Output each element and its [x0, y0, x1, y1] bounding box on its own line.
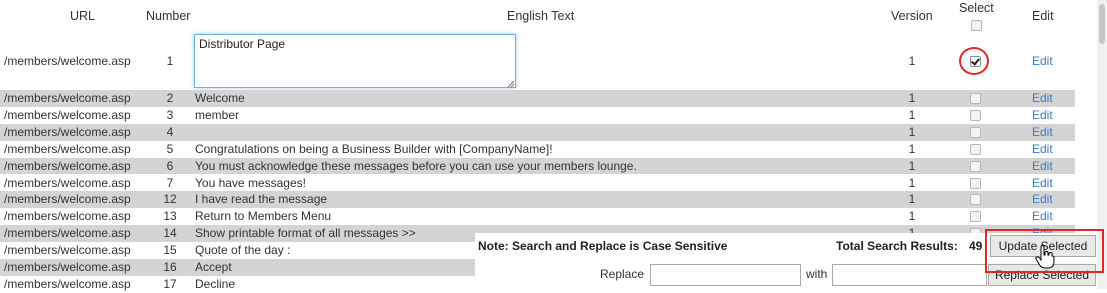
edit-link[interactable]: Edit [1032, 191, 1053, 208]
row-number: 1 [166, 54, 174, 68]
row-url: /members/welcome.asp [4, 124, 131, 139]
row-url: /members/welcome.asp [4, 91, 131, 105]
total-results-label: Total Search Results: [836, 239, 958, 253]
header-version: Version [891, 9, 933, 23]
row-number: 17 [163, 276, 177, 291]
row-number: 2 [166, 91, 174, 105]
row-number: 6 [166, 158, 174, 173]
row-url: /members/welcome.asp [4, 54, 131, 68]
row-select-checkbox[interactable] [970, 143, 981, 155]
row-english-text: Welcome [195, 91, 245, 105]
row-url: /members/welcome.asp [4, 141, 131, 156]
row-number: 5 [166, 141, 174, 156]
row-version: 1 [908, 91, 916, 105]
row-number: 15 [163, 243, 177, 258]
row-select-checkbox[interactable] [970, 109, 981, 121]
row-english-text: member [195, 107, 240, 122]
row-english-text: Show printable format of all messages >> [195, 226, 416, 241]
table-row: /members/welcome.asp 4 1 Edit [0, 123, 1075, 141]
row-url: /members/welcome.asp [4, 243, 131, 258]
header-number: Number [146, 9, 191, 23]
table-row-editing: /members/welcome.asp 1 Distributor Page … [0, 32, 1075, 90]
row-version: 1 [908, 175, 916, 190]
row-number: 12 [163, 192, 177, 207]
row-english-text: I have read the message [195, 192, 328, 207]
table-row: /members/welcome.asp 2 Welcome 1 Edit [0, 90, 1075, 107]
with-input[interactable] [832, 264, 987, 286]
row-english-text: Accept [195, 260, 232, 274]
row-version: 1 [908, 107, 916, 122]
header-edit: Edit [1032, 9, 1054, 23]
row-english-text: Quote of the day : [195, 243, 291, 258]
edit-link[interactable]: Edit [1032, 90, 1053, 107]
row-select-checkbox[interactable] [970, 93, 981, 104]
case-sensitive-note: Note: Search and Replace is Case Sensiti… [478, 239, 728, 253]
row-english-text: Congratulations on being a Business Buil… [195, 141, 553, 156]
row-url: /members/welcome.asp [4, 226, 131, 241]
row-url: /members/welcome.asp [4, 192, 131, 207]
table-row: /members/welcome.asp 5 Congratulations on … [0, 141, 1075, 158]
row-english-text: Return to Members Menu [195, 209, 332, 224]
row-url: /members/welcome.asp [4, 158, 131, 173]
row-version: 1 [908, 158, 916, 173]
row-select-checkbox[interactable] [970, 211, 981, 223]
replace-input[interactable] [650, 264, 801, 286]
row-url: /members/welcome.asp [4, 107, 131, 122]
table-row: /members/welcome.asp 7 You have messages! 1… [0, 175, 1075, 192]
row-number: 3 [166, 107, 174, 122]
row-english-text: Decline [195, 276, 236, 291]
row-select-checkbox[interactable] [970, 160, 981, 172]
header-select: Select [959, 1, 994, 15]
header-url: URL [70, 9, 96, 23]
row-number: 14 [163, 226, 177, 241]
edit-link[interactable]: Edit [1032, 124, 1053, 141]
select-all-checkbox[interactable] [971, 20, 982, 31]
row-number: 4 [166, 124, 174, 139]
row-number: 13 [163, 209, 177, 224]
edit-link[interactable]: Edit [1032, 158, 1053, 175]
replace-label: Replace [600, 267, 645, 281]
row-version: 1 [908, 209, 916, 224]
edit-link[interactable]: Edit [1032, 54, 1053, 68]
scrollbar-thumb[interactable] [1099, 4, 1105, 44]
row-number: 16 [163, 260, 177, 274]
edit-link[interactable]: Edit [1032, 175, 1053, 192]
hand-cursor-icon [1035, 245, 1055, 269]
table-row: /members/welcome.asp 3 member 1 Edit [0, 107, 1075, 124]
row-select-checkbox[interactable] [970, 177, 981, 189]
row-url: /members/welcome.asp [4, 209, 131, 224]
row-version: 1 [908, 141, 916, 156]
edit-link[interactable]: Edit [1032, 107, 1053, 124]
row-url: /members/welcome.asp [4, 175, 131, 190]
row-english-text: You must acknowledge these messages befo… [195, 158, 637, 173]
edit-link[interactable]: Edit [1032, 208, 1053, 225]
table-header: URL Number English Text Version Select E… [0, 0, 1075, 32]
row-english-text: You have messages! [195, 175, 306, 190]
row-version: 1 [908, 192, 916, 207]
row-number: 7 [166, 175, 174, 190]
edit-link[interactable]: Edit [1032, 141, 1053, 158]
row-select-checkbox[interactable] [970, 126, 981, 138]
resize-grip-icon[interactable] [507, 80, 515, 88]
row-version: 1 [908, 54, 916, 68]
with-label: with [806, 267, 828, 281]
total-results-count: 49 [969, 239, 983, 253]
english-text-textarea[interactable]: Distributor Page [194, 34, 516, 88]
row-url: /members/welcome.asp [4, 260, 131, 274]
table-row: /members/welcome.asp 6 You must acknowledg… [0, 157, 1075, 175]
header-english-text: English Text [507, 9, 575, 23]
table-row: /members/welcome.asp 12 I have read the me… [0, 191, 1075, 209]
highlight-circle [959, 47, 989, 75]
row-version: 1 [908, 124, 916, 139]
row-select-checkbox[interactable] [970, 194, 981, 206]
row-url: /members/welcome.asp [4, 276, 131, 291]
table-row: /members/welcome.asp 13 Return to Members … [0, 208, 1075, 225]
